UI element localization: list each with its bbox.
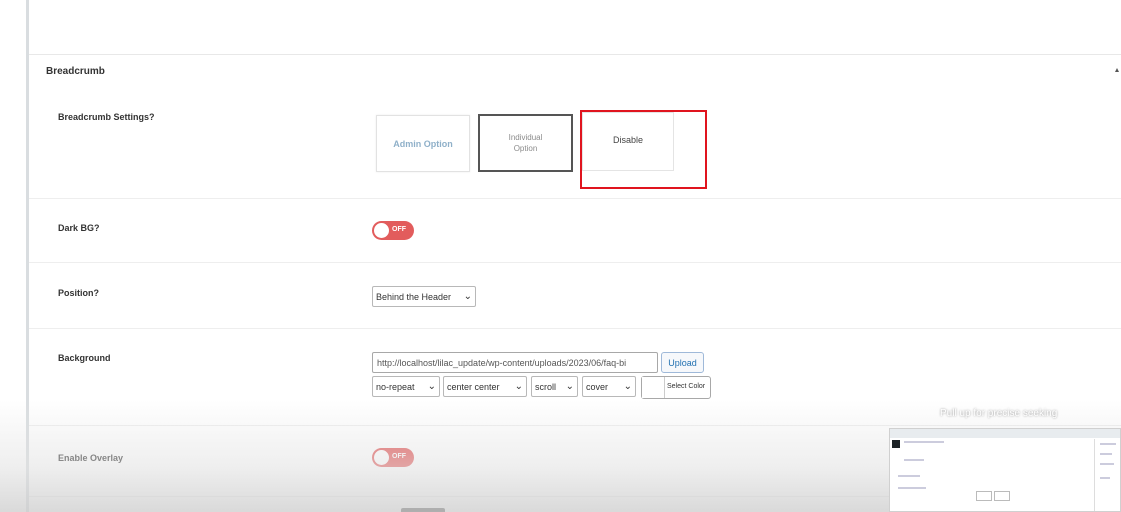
- option-disable[interactable]: Disable: [582, 112, 674, 171]
- chevron-down-icon: ⌄: [427, 381, 436, 392]
- toggle-state-text: OFF: [392, 453, 406, 460]
- position-label: Position?: [58, 288, 99, 298]
- thumbnail-line: [1100, 443, 1116, 445]
- option-admin[interactable]: Admin Option: [376, 115, 470, 172]
- section-header-breadcrumb[interactable]: Breadcrumb: [29, 55, 1121, 91]
- thumbnail-line: [1100, 453, 1112, 455]
- chevron-down-icon: ⌄: [565, 381, 574, 392]
- bg-attachment-select[interactable]: scroll ⌄: [531, 376, 578, 397]
- seek-preview-thumbnail[interactable]: [889, 428, 1121, 512]
- thumbnail-line: [898, 487, 926, 489]
- bg-size-value: cover: [586, 381, 609, 392]
- thumbnail-box: [994, 491, 1010, 501]
- position-select[interactable]: Behind the Header ⌄: [372, 286, 476, 307]
- upload-button[interactable]: Upload: [661, 352, 704, 373]
- section-title: Breadcrumb: [46, 66, 105, 77]
- background-url-input[interactable]: http://localhost/lilac_update/wp-content…: [372, 352, 658, 373]
- toggle-knob: [374, 450, 389, 465]
- chevron-down-icon: ⌄: [623, 381, 632, 392]
- toggle-state-text: OFF: [392, 226, 406, 233]
- bg-position-value: center center: [447, 381, 500, 392]
- thumbnail-divider: [1094, 439, 1095, 511]
- thumbnail-line: [898, 475, 920, 477]
- bg-position-select[interactable]: center center ⌄: [443, 376, 527, 397]
- position-select-value: Behind the Header: [376, 291, 452, 302]
- next-row-control[interactable]: [401, 508, 445, 512]
- bg-size-select[interactable]: cover ⌄: [582, 376, 636, 397]
- thumbnail-line: [904, 441, 944, 443]
- background-url-value: http://localhost/lilac_update/wp-content…: [377, 357, 627, 368]
- bg-repeat-select[interactable]: no-repeat ⌄: [372, 376, 440, 397]
- thumbnail-sidebar-block: [892, 440, 900, 448]
- row-breadcrumb-settings: Breadcrumb Settings?: [29, 91, 1121, 199]
- breadcrumb-settings-label: Breadcrumb Settings?: [58, 112, 155, 122]
- chevron-down-icon: ⌄: [514, 381, 523, 392]
- chevron-down-icon: ⌄: [463, 291, 472, 302]
- option-admin-label: Admin Option: [393, 138, 453, 149]
- thumbnail-line: [1100, 477, 1110, 479]
- bg-repeat-value: no-repeat: [376, 381, 415, 392]
- enable-overlay-toggle[interactable]: OFF: [372, 448, 414, 467]
- row-position: Position?: [29, 263, 1121, 329]
- toggle-knob: [374, 223, 389, 238]
- option-individual[interactable]: Individual Option: [478, 114, 573, 172]
- row-dark-bg: Dark BG?: [29, 199, 1121, 263]
- thumbnail-line: [1100, 463, 1114, 465]
- select-color-label: Select Color: [667, 383, 706, 390]
- dark-bg-label: Dark BG?: [58, 223, 100, 233]
- background-label: Background: [58, 353, 111, 363]
- option-individual-label: Individual Option: [508, 133, 543, 153]
- thumbnail-line: [904, 459, 924, 461]
- thumbnail-browser-bar: [890, 429, 1120, 438]
- seek-hint-text: Pull up for precise seeking: [940, 408, 1058, 419]
- previous-section-area: [29, 0, 1121, 55]
- enable-overlay-label: Enable Overlay: [58, 453, 124, 463]
- dark-bg-toggle[interactable]: OFF: [372, 221, 414, 240]
- admin-left-margin: [0, 0, 26, 512]
- option-disable-label: Disable: [612, 135, 643, 145]
- thumbnail-box: [976, 491, 992, 501]
- select-color-button[interactable]: Select Color: [641, 376, 711, 399]
- collapse-caret-icon[interactable]: [1115, 68, 1119, 72]
- color-preview-swatch: [642, 377, 665, 398]
- bg-attachment-value: scroll: [535, 381, 557, 392]
